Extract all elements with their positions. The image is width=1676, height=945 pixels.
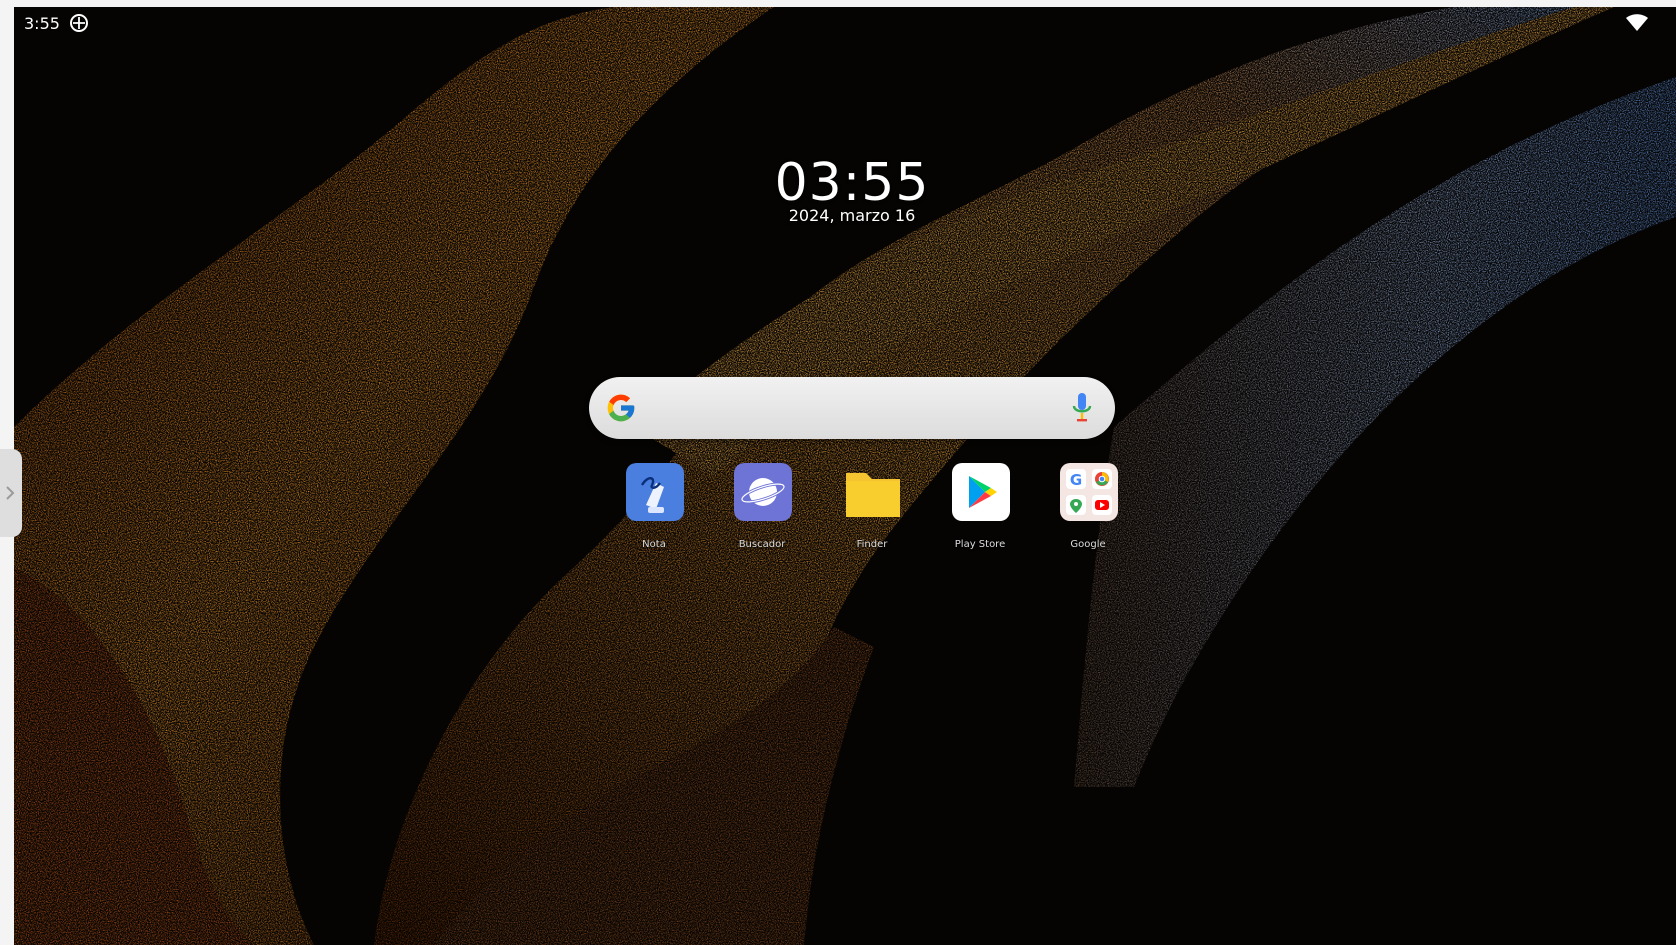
chevron-right-icon (6, 486, 15, 500)
google-folder-icon: G (1060, 463, 1118, 521)
play-store-icon (952, 463, 1010, 521)
app-label: Google (1070, 539, 1106, 550)
status-time: 3:55 (24, 14, 60, 33)
mic-icon[interactable] (1071, 391, 1093, 425)
app-google-folder[interactable]: G Google (1038, 463, 1138, 553)
app-nota[interactable]: Nota (604, 463, 704, 553)
app-play-store[interactable]: Play Store (930, 463, 1030, 553)
wifi-icon (1626, 14, 1648, 31)
svg-text:G: G (1070, 471, 1082, 489)
app-label: Play Store (954, 539, 1006, 550)
google-search-bar[interactable] (589, 377, 1115, 439)
folder-icon (846, 473, 900, 517)
clock-widget[interactable]: 03:55 2024, marzo 16 (767, 155, 937, 225)
notes-icon (626, 463, 684, 521)
clock-date: 2024, marzo 16 (788, 206, 916, 225)
app-finder[interactable]: Finder (822, 463, 922, 553)
browser-planet-icon (734, 463, 792, 521)
app-label: Nota (642, 539, 666, 550)
google-g-icon (607, 394, 635, 422)
home-screen[interactable]: 3:55 03:55 2024, marzo 16 Nota Buscador … (14, 7, 1676, 945)
clock-time: 03:55 (774, 153, 930, 213)
app-label: Finder (856, 539, 888, 550)
app-label: Buscador (738, 539, 786, 550)
sync-icon (70, 14, 88, 32)
app-dock: Nota Buscador Finder Play Store G Google (604, 463, 1124, 553)
app-buscador[interactable]: Buscador (712, 463, 812, 553)
side-panel-handle[interactable] (0, 449, 22, 537)
status-bar: 3:55 (14, 7, 1676, 39)
